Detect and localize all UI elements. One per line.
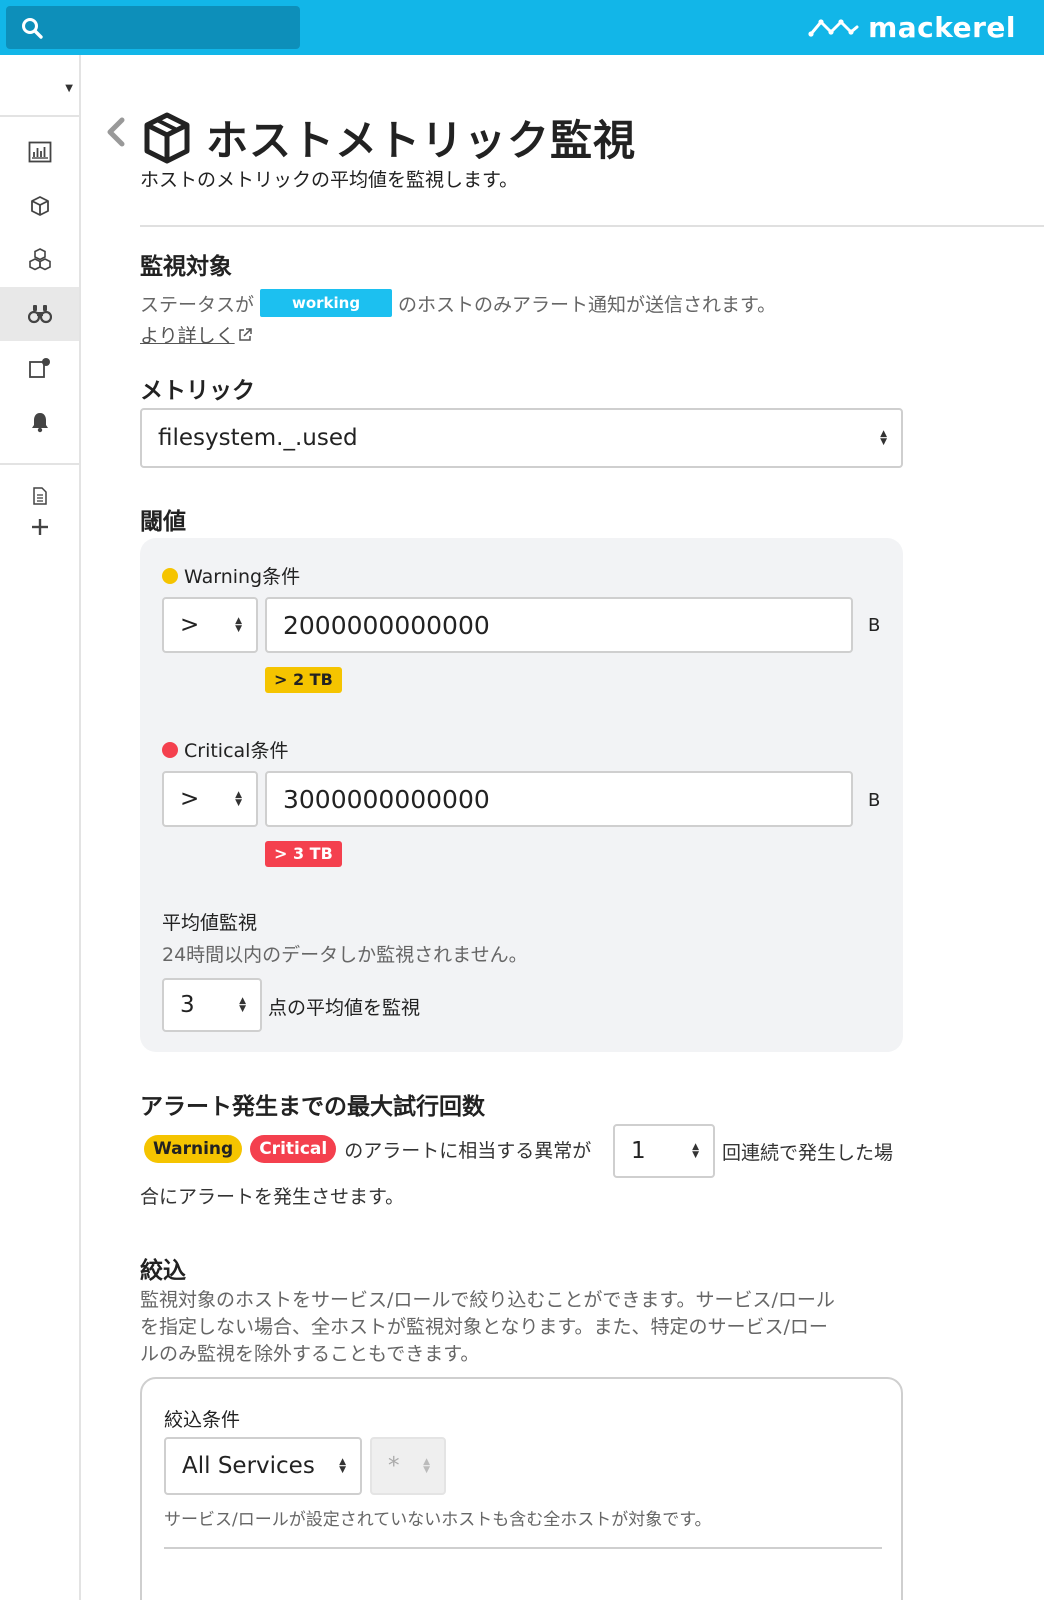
select-updown-icon: ▲ ▼ <box>235 790 242 808</box>
warning-value-badge: > 2 TB <box>265 667 342 693</box>
filter-section-title: 絞込 <box>140 1258 186 1284</box>
search-box[interactable] <box>6 6 300 49</box>
detail-link[interactable]: より詳しく <box>140 321 253 348</box>
target-section-title: 監視対象 <box>140 254 232 280</box>
page-header: ホストメトリック監視 <box>142 107 636 168</box>
sidebar-item-channels[interactable] <box>0 341 79 395</box>
cube-icon <box>30 196 49 216</box>
cubes-icon <box>28 248 51 271</box>
critical-operator-select[interactable]: > ▲ ▼ <box>162 771 258 827</box>
chart-icon <box>28 141 51 163</box>
cube-icon <box>144 112 190 163</box>
filter-box: 絞込条件 All Services ▲ ▼ * ▲ ▼ サービス/ロールが設定されて… <box>140 1377 903 1600</box>
back-chevron-icon[interactable] <box>104 115 128 149</box>
critical-label-text: Critical条件 <box>184 740 289 762</box>
filter-condition-label: 絞込条件 <box>164 1409 241 1431</box>
page-title: ホストメトリック監視 <box>206 116 637 165</box>
select-updown-icon: ▲ ▼ <box>692 1142 699 1160</box>
target-text-before: ステータスが <box>140 293 255 316</box>
max-attempts-line: Warning Critical のアラートに相当する異常が <box>144 1135 591 1163</box>
warning-threshold-input[interactable]: 2000000000000 <box>265 597 853 653</box>
sidebar-item-services[interactable] <box>0 233 79 287</box>
status-badge: working <box>260 289 393 317</box>
max-attempts-select[interactable]: 1 ▲ ▼ <box>613 1124 715 1178</box>
sidebar-item-monitors[interactable] <box>0 287 79 341</box>
search-input[interactable] <box>52 6 292 49</box>
header-divider <box>140 225 1044 227</box>
caret-down-icon: ▼ <box>65 83 73 94</box>
average-note: 24時間以内のデータしか監視されません。 <box>162 944 528 966</box>
target-description: ステータスが working のホストのみアラート通知が送信されます。 <box>140 289 776 317</box>
max-attempts-text-after-1: 回連続で発生した場 <box>722 1142 894 1164</box>
average-suffix: 点の平均値を監視 <box>268 997 421 1019</box>
warning-unit: B <box>868 615 881 636</box>
top-bar: mackerel <box>0 0 1044 55</box>
max-attempts-text-before: のアラートに相当する異常が <box>344 1139 592 1162</box>
select-updown-icon: ▲ ▼ <box>880 429 887 447</box>
mackerel-logo-icon <box>808 19 859 37</box>
binoculars-icon <box>27 305 52 324</box>
max-attempts-text-after-2: 合にアラートを発生させます。 <box>140 1186 405 1208</box>
filter-description-1: 監視対象のホストをサービス/ロールで絞り込むことができます。サービス/ロール <box>140 1289 835 1311</box>
metric-select[interactable]: filesystem._.used ▲ ▼ <box>140 408 903 468</box>
role-select-value: * <box>388 1453 400 1479</box>
sidebar-item-alerts[interactable] <box>0 395 79 449</box>
notification-icon <box>28 358 50 378</box>
filter-note: サービス/ロールが設定されていないホストも含む全ホストが対象です。 <box>164 1510 712 1530</box>
select-updown-icon: ▲ ▼ <box>235 616 242 634</box>
main-content: ホストメトリック監視 ホストのメトリックの平均値を監視します。 監視対象 ステー… <box>82 55 1044 1600</box>
critical-pill: Critical <box>250 1135 337 1163</box>
warning-operator-value: > <box>180 612 200 638</box>
role-select[interactable]: * ▲ ▼ <box>370 1437 446 1495</box>
critical-dot-icon <box>162 741 178 758</box>
critical-threshold-value: 3000000000000 <box>283 784 490 814</box>
warning-pill: Warning <box>144 1135 243 1163</box>
critical-unit: B <box>868 790 881 811</box>
warning-operator-select[interactable]: > ▲ ▼ <box>162 597 258 653</box>
external-link-icon <box>238 327 252 341</box>
critical-threshold-input[interactable]: 3000000000000 <box>265 771 853 827</box>
bell-icon <box>31 413 48 433</box>
page-description: ホストのメトリックの平均値を監視します。 <box>140 169 519 191</box>
filter-divider <box>164 1547 882 1549</box>
metric-select-value: filesystem._.used <box>158 425 358 451</box>
sidebar-item-add[interactable] <box>0 511 79 543</box>
logo-wordmark: mackerel <box>868 10 1016 44</box>
average-points-select[interactable]: 3 ▲ ▼ <box>162 978 262 1032</box>
select-updown-icon: ▲ ▼ <box>423 1457 430 1475</box>
metric-section-title: メトリック <box>140 378 255 404</box>
organization-dropdown[interactable]: ▼ <box>0 55 81 117</box>
critical-value-badge: > 3 TB <box>265 841 342 867</box>
target-text-after: のホストのみアラート通知が送信されます。 <box>398 293 777 316</box>
warning-threshold-value: 2000000000000 <box>283 610 490 640</box>
filter-description-2: を指定しない場合、全ホストが監視対象となります。また、特定のサービス/ロー <box>140 1316 828 1338</box>
plus-icon <box>31 519 48 535</box>
threshold-section-title: 閾値 <box>140 509 186 535</box>
service-select-value: All Services <box>182 1453 315 1479</box>
warning-dot-icon <box>162 567 178 584</box>
detail-link-text: より詳しく <box>140 325 235 347</box>
critical-operator-value: > <box>180 786 200 812</box>
average-points-value: 3 <box>180 992 195 1018</box>
mackerel-logo[interactable]: mackerel <box>808 10 1016 44</box>
sidebar-item-hosts[interactable] <box>0 179 79 233</box>
service-select[interactable]: All Services ▲ ▼ <box>164 1437 362 1495</box>
filter-description-3: ルのみ監視を除外することもできます。 <box>140 1343 480 1365</box>
warning-condition-label: Warning条件 <box>162 562 300 589</box>
max-attempts-value: 1 <box>631 1138 646 1164</box>
critical-condition-label: Critical条件 <box>162 736 288 763</box>
document-icon <box>32 487 47 505</box>
max-attempts-section-title: アラート発生までの最大試行回数 <box>140 1094 485 1120</box>
sidebar-item-documents[interactable] <box>0 481 79 511</box>
warning-label-text: Warning条件 <box>184 566 301 588</box>
select-updown-icon: ▲ ▼ <box>239 996 246 1014</box>
average-title: 平均値監視 <box>162 912 258 934</box>
select-updown-icon: ▲ ▼ <box>339 1457 346 1475</box>
sidebar-divider <box>0 463 81 465</box>
search-icon <box>22 18 43 39</box>
threshold-panel: Warning条件 > ▲ ▼ 2000000000000 B > 2 TB Cr… <box>140 538 903 1052</box>
sidebar-item-dashboards[interactable] <box>0 125 79 179</box>
sidebar: ▼ <box>0 55 81 1600</box>
